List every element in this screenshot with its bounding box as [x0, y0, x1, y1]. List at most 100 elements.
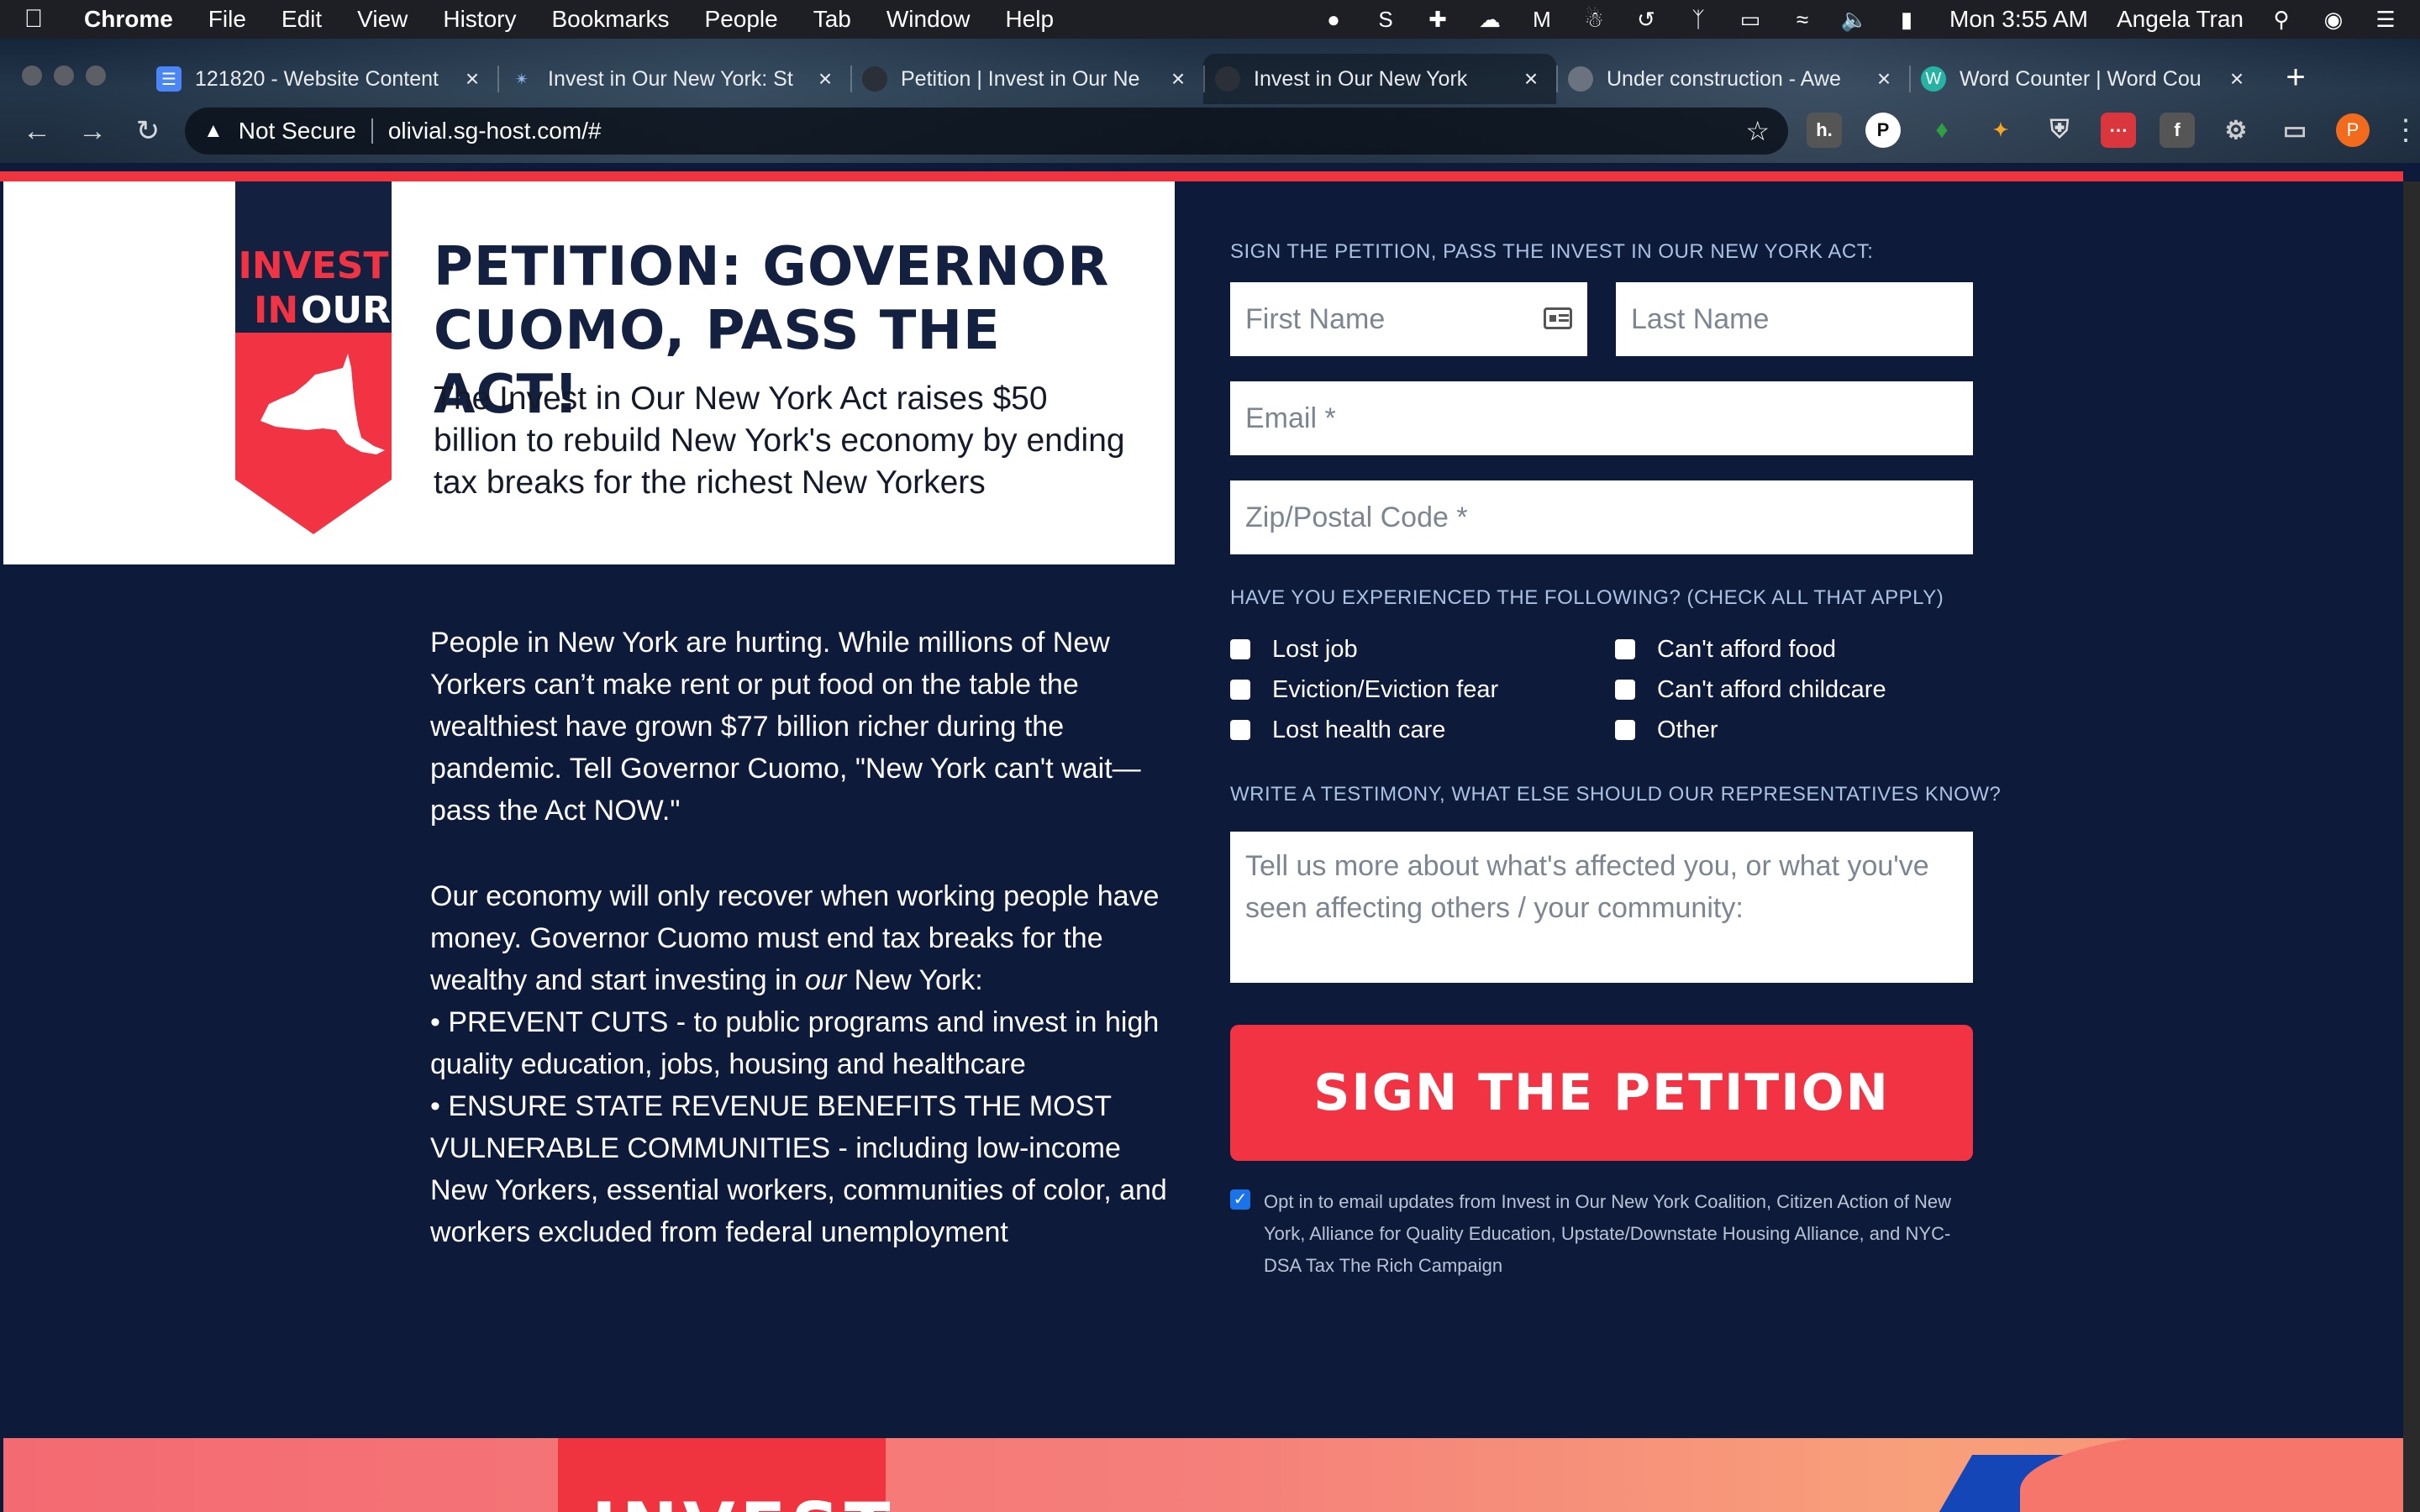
menu-people[interactable]: People — [705, 6, 778, 33]
zoom-window-button[interactable] — [86, 66, 106, 86]
check-eviction[interactable]: Eviction/Eviction fear — [1230, 674, 1615, 706]
zip-input[interactable]: Zip/Postal Code * — [1230, 480, 1973, 554]
reload-icon[interactable]: ↻ — [129, 113, 166, 150]
tab-close-icon[interactable]: × — [1872, 67, 1896, 91]
menubar-clock[interactable]: Mon 3:55 AM — [1949, 6, 2088, 33]
menu-edit[interactable]: Edit — [281, 6, 322, 33]
optin-checkbox[interactable]: ✓ — [1230, 1189, 1250, 1210]
menu-bookmarks[interactable]: Bookmarks — [551, 6, 669, 33]
menu-file[interactable]: File — [208, 6, 246, 33]
checkbox[interactable] — [1230, 680, 1250, 700]
todoist-extension-icon[interactable]: ⋯ — [2101, 113, 2136, 148]
menu-app-name[interactable]: Chrome — [84, 6, 173, 33]
browser-menu-icon[interactable]: ⋮ — [2391, 113, 2420, 147]
new-tab-button[interactable]: + — [2277, 59, 2314, 96]
close-window-button[interactable] — [22, 66, 42, 86]
tab-invest-active[interactable]: Invest in Our New York × — [1203, 54, 1556, 104]
tab-close-icon[interactable]: × — [1519, 67, 1543, 91]
profile-avatar[interactable]: P — [2336, 113, 2370, 147]
checkbox[interactable] — [1615, 680, 1635, 700]
notification-center-icon[interactable]: ☰ — [2371, 7, 2400, 32]
tab-close-icon[interactable]: × — [813, 67, 837, 91]
form-section-label: SIGN THE PETITION, PASS THE INVEST IN OU… — [1230, 240, 1874, 263]
last-name-placeholder: Last Name — [1631, 302, 1770, 335]
forward-arrow-icon[interactable]: → — [74, 113, 111, 150]
tab-title: Invest in Our New York — [1254, 66, 1468, 91]
apple-icon[interactable]:  — [20, 6, 47, 33]
cast-icon[interactable]: ▭ — [2277, 113, 2312, 148]
check-cant-afford-food[interactable]: Can't afford food — [1615, 633, 1973, 665]
url-text[interactable]: olivial.sg-host.com/# — [388, 118, 1745, 144]
wifi-icon[interactable]: ≈ — [1788, 7, 1817, 32]
spotlight-search-icon[interactable]: ⚲ — [2267, 7, 2296, 32]
bluetooth-icon[interactable]: ᛉ — [1684, 7, 1712, 32]
menu-tab[interactable]: Tab — [813, 6, 851, 33]
battery-icon[interactable]: ▮ — [1892, 7, 1921, 32]
plus-icon[interactable]: ✚ — [1423, 7, 1452, 32]
page-subtitle: The Invest in Our New York Act raises $5… — [434, 381, 1125, 501]
tab-title: 121820 - Website Content — [195, 66, 439, 91]
tab-close-icon[interactable]: × — [460, 67, 484, 91]
tab-under-construction[interactable]: Under construction - Awe × — [1556, 54, 1909, 104]
volume-icon[interactable]: 🔈 — [1840, 7, 1869, 32]
last-name-input[interactable]: Last Name — [1616, 282, 1973, 356]
menubar-user[interactable]: Angela Tran — [2117, 6, 2244, 33]
check-label: Eviction/Eviction fear — [1272, 675, 1499, 703]
browser-chrome: ☰ 121820 - Website Content × ✴ Invest in… — [0, 39, 2420, 163]
hero-card: INVEST IN OUR PETITION: GOVERNOR CUOMO, … — [3, 181, 1175, 564]
email-input[interactable]: Email * — [1230, 381, 1973, 455]
tab-invest-st[interactable]: ✴ Invest in Our New York: St × — [497, 54, 850, 104]
security-status[interactable]: Not Secure — [239, 118, 356, 144]
cloud-icon[interactable]: ☁ — [1476, 7, 1504, 32]
airplay-icon[interactable]: ▭ — [1736, 7, 1765, 32]
tab-word-counter[interactable]: W Word Counter | Word Cou × — [1909, 54, 2262, 104]
color-extension-icon[interactable]: ✦ — [1983, 113, 2018, 148]
check-label: Lost health care — [1272, 716, 1446, 743]
check-lost-job[interactable]: Lost job — [1230, 633, 1615, 665]
siri-icon[interactable]: ◉ — [2319, 7, 2348, 32]
testimony-textarea[interactable]: Tell us more about what's affected you, … — [1230, 832, 1973, 983]
globe-icon — [1568, 66, 1593, 92]
star-badge-icon: ✴ — [514, 70, 529, 89]
mascot-icon[interactable]: ☃ — [1580, 7, 1608, 32]
skype-icon[interactable]: S — [1371, 7, 1400, 32]
menu-view[interactable]: View — [357, 6, 408, 33]
address-bar[interactable]: ▲ Not Secure olivial.sg-host.com/# ☆ — [185, 108, 1788, 155]
optin-text: Opt in to email updates from Invest in O… — [1264, 1191, 1952, 1276]
footer-banner: INVEST — [3, 1438, 2403, 1512]
zoom-icon[interactable]: ● — [1319, 7, 1348, 32]
check-other[interactable]: Other — [1615, 714, 1973, 746]
checkbox[interactable] — [1230, 720, 1250, 740]
menu-window[interactable]: Window — [886, 6, 971, 33]
evernote-extension-icon[interactable]: ♦ — [1924, 113, 1960, 148]
time-machine-icon[interactable]: ↺ — [1632, 7, 1660, 32]
tab-close-icon[interactable]: × — [1166, 67, 1190, 91]
footer-partial-heading: INVEST — [592, 1488, 895, 1512]
warning-triangle-icon[interactable]: ▲ — [203, 119, 224, 143]
malwarebytes-icon[interactable]: M — [1528, 7, 1556, 32]
tab-bar: ☰ 121820 - Website Content × ✴ Invest in… — [145, 54, 2262, 104]
tab-website-content[interactable]: ☰ 121820 - Website Content × — [145, 54, 497, 104]
tab-petition[interactable]: Petition | Invest in Our Ne × — [850, 54, 1203, 104]
checkbox[interactable] — [1615, 639, 1635, 659]
menu-help[interactable]: Help — [1005, 6, 1054, 33]
tab-close-icon[interactable]: × — [2225, 67, 2249, 91]
body-p2-end: New York: — [846, 964, 983, 996]
check-lost-health-care[interactable]: Lost health care — [1230, 714, 1615, 746]
facebook-extension-icon[interactable]: f — [2160, 113, 2195, 148]
hypothesis-extension-icon[interactable]: h. — [1807, 113, 1842, 148]
pinterest-extension-icon[interactable]: P — [1865, 113, 1901, 148]
back-arrow-icon[interactable]: ← — [18, 113, 55, 150]
puzzle-extensions-icon[interactable]: ⚙ — [2218, 113, 2254, 148]
autofill-contact-card-icon[interactable] — [1544, 307, 1572, 329]
bullet-prevent-cuts: • PREVENT CUTS - to public programs and … — [430, 1006, 1160, 1080]
shield-extension-icon[interactable]: ⛨ — [2042, 113, 2077, 148]
first-name-input[interactable]: First Name — [1230, 282, 1587, 356]
sign-petition-button[interactable]: SIGN THE PETITION — [1230, 1025, 1973, 1161]
minimize-window-button[interactable] — [54, 66, 74, 86]
bookmark-star-icon[interactable]: ☆ — [1745, 115, 1770, 147]
menu-history[interactable]: History — [443, 6, 516, 33]
check-cant-afford-childcare[interactable]: Can't afford childcare — [1615, 674, 1973, 706]
checkbox[interactable] — [1230, 639, 1250, 659]
checkbox[interactable] — [1615, 720, 1635, 740]
